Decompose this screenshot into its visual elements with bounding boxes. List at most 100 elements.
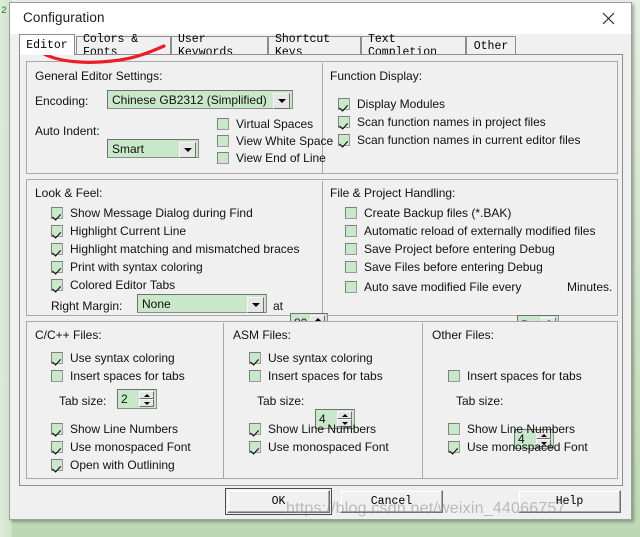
encoding-label: Encoding: xyxy=(35,94,89,108)
ok-button[interactable]: OK xyxy=(225,488,332,515)
checkbox-create-backup-files[interactable]: Create Backup files (*.BAK) xyxy=(345,206,511,220)
checkbox-label: View White Space xyxy=(236,134,334,148)
right-margin-at-label: at xyxy=(273,299,284,313)
asm-checkbox-monospaced-font[interactable]: Use monospaced Font xyxy=(249,440,389,454)
checkbox-scan-current-editor-files[interactable]: Scan function names in current editor fi… xyxy=(338,133,580,147)
checkbox-box[interactable] xyxy=(338,116,350,128)
checkbox-box[interactable] xyxy=(51,459,63,471)
checkbox-box[interactable] xyxy=(345,243,357,255)
checkbox-box[interactable] xyxy=(345,261,357,273)
checkbox-box[interactable] xyxy=(51,423,63,435)
cpp-checkbox-syntax-coloring[interactable]: Use syntax coloring xyxy=(51,351,175,365)
checkbox-box[interactable] xyxy=(338,98,350,110)
checkbox-label: Show Line Numbers xyxy=(467,422,576,436)
stepper-buttons[interactable] xyxy=(139,391,154,407)
checkbox-save-project-before-debug[interactable]: Save Project before entering Debug xyxy=(345,242,555,256)
asm-checkbox-insert-spaces[interactable]: Insert spaces for tabs xyxy=(249,369,383,383)
other-checkbox-insert-spaces[interactable]: Insert spaces for tabs xyxy=(448,369,582,383)
checkbox-display-modules[interactable]: Display Modules xyxy=(338,97,445,111)
checkbox-box[interactable] xyxy=(217,135,229,147)
checkbox-box[interactable] xyxy=(249,423,261,435)
checkbox-save-files-before-debug[interactable]: Save Files before entering Debug xyxy=(345,260,543,274)
checkbox-show-message-dialog[interactable]: Show Message Dialog during Find xyxy=(51,206,253,220)
auto-save-suffix-label: Minutes. xyxy=(567,280,613,294)
checkbox-box[interactable] xyxy=(51,243,63,255)
checkbox-box[interactable] xyxy=(345,281,357,293)
right-margin-combo[interactable]: None xyxy=(137,294,267,313)
stepper-up-icon[interactable] xyxy=(139,391,154,399)
checkbox-label: Scan function names in project files xyxy=(357,115,546,129)
function-display-title: Function Display: xyxy=(330,69,423,83)
checkbox-box[interactable] xyxy=(51,207,63,219)
checkbox-label: Insert spaces for tabs xyxy=(467,369,582,383)
other-checkbox-show-line-numbers[interactable]: Show Line Numbers xyxy=(448,422,575,436)
cpp-tab-size-label: Tab size: xyxy=(59,394,107,408)
checkbox-box[interactable] xyxy=(448,441,460,453)
tab-other[interactable]: Other xyxy=(466,36,516,55)
checkbox-auto-save-modified[interactable]: Auto save modified File every xyxy=(345,280,521,294)
tab-shortcut-keys[interactable]: Shortcut Keys xyxy=(268,33,361,59)
asm-checkbox-syntax-coloring[interactable]: Use syntax coloring xyxy=(249,351,373,365)
checkbox-box[interactable] xyxy=(51,370,63,382)
checkbox-colored-editor-tabs[interactable]: Colored Editor Tabs xyxy=(51,278,175,292)
checkbox-box[interactable] xyxy=(217,118,229,130)
cpp-checkbox-insert-spaces[interactable]: Insert spaces for tabs xyxy=(51,369,185,383)
checkbox-label: Auto save modified File every xyxy=(364,280,522,294)
cpp-tab-size-value: 2 xyxy=(121,392,128,406)
checkbox-box[interactable] xyxy=(217,152,229,164)
checkbox-virtual-spaces[interactable]: Virtual Spaces xyxy=(217,117,313,131)
checkbox-highlight-current-line[interactable]: Highlight Current Line xyxy=(51,224,186,238)
auto-indent-combo[interactable]: Smart xyxy=(107,139,199,158)
stepper-up-icon[interactable] xyxy=(337,411,352,419)
checkbox-label: Highlight Current Line xyxy=(70,224,187,238)
checkbox-box[interactable] xyxy=(51,441,63,453)
tab-user-keywords[interactable]: User Keywords xyxy=(171,33,268,59)
close-icon[interactable] xyxy=(586,3,631,33)
checkbox-automatic-reload[interactable]: Automatic reload of externally modified … xyxy=(345,224,595,238)
cpp-checkbox-monospaced-font[interactable]: Use monospaced Font xyxy=(51,440,191,454)
checkbox-box[interactable] xyxy=(51,225,63,237)
checkbox-box[interactable] xyxy=(51,279,63,291)
other-checkbox-monospaced-font[interactable]: Use monospaced Font xyxy=(448,440,588,454)
checkbox-label: Use monospaced Font xyxy=(70,440,191,454)
stepper-down-icon[interactable] xyxy=(139,399,154,407)
checkbox-box[interactable] xyxy=(249,352,261,364)
help-button[interactable]: Help xyxy=(518,490,621,513)
editor-settings-panel: General Editor Settings: Encoding: Chine… xyxy=(19,54,623,486)
chevron-down-icon[interactable] xyxy=(247,297,264,313)
checkbox-box[interactable] xyxy=(51,352,63,364)
checkbox-label: Virtual Spaces xyxy=(236,117,314,131)
encoding-combo[interactable]: Chinese GB2312 (Simplified) xyxy=(107,90,293,109)
tab-colors-fonts[interactable]: Colors & Fonts xyxy=(76,33,171,59)
cpp-checkbox-open-with-outlining[interactable]: Open with Outlining xyxy=(51,458,175,472)
checkbox-box[interactable] xyxy=(448,370,460,382)
asm-checkbox-show-line-numbers[interactable]: Show Line Numbers xyxy=(249,422,376,436)
checkbox-box[interactable] xyxy=(249,441,261,453)
checkbox-view-end-of-line[interactable]: View End of Line xyxy=(217,151,326,165)
checkbox-box[interactable] xyxy=(338,134,350,146)
top-group-box: General Editor Settings: Encoding: Chine… xyxy=(26,61,618,174)
checkbox-box[interactable] xyxy=(345,207,357,219)
checkbox-box[interactable] xyxy=(51,261,63,273)
checkbox-print-syntax-coloring[interactable]: Print with syntax coloring xyxy=(51,260,203,274)
chevron-down-icon[interactable] xyxy=(179,142,196,158)
cancel-button[interactable]: Cancel xyxy=(340,490,443,513)
checkbox-box[interactable] xyxy=(448,423,460,435)
cpp-tab-size-stepper[interactable]: 2 xyxy=(117,389,157,409)
checkbox-highlight-braces[interactable]: Highlight matching and mismatched braces xyxy=(51,242,299,256)
checkbox-label: Use syntax coloring xyxy=(268,351,373,365)
checkbox-label: Create Backup files (*.BAK) xyxy=(364,206,512,220)
tab-text-completion[interactable]: Text Completion xyxy=(361,33,466,59)
cpp-checkbox-show-line-numbers[interactable]: Show Line Numbers xyxy=(51,422,178,436)
configuration-dialog: Configuration Editor Colors & Fonts User… xyxy=(9,2,632,520)
auto-indent-label: Auto Indent: xyxy=(35,124,100,138)
checkbox-label: Use monospaced Font xyxy=(268,440,389,454)
checkbox-box[interactable] xyxy=(345,225,357,237)
tab-editor[interactable]: Editor xyxy=(19,34,75,55)
middle-group-divider xyxy=(322,181,323,316)
chevron-down-icon[interactable] xyxy=(273,93,290,109)
checkbox-label: Show Line Numbers xyxy=(70,422,179,436)
checkbox-scan-project-files[interactable]: Scan function names in project files xyxy=(338,115,546,129)
checkbox-box[interactable] xyxy=(249,370,261,382)
checkbox-view-white-space[interactable]: View White Space xyxy=(217,134,333,148)
